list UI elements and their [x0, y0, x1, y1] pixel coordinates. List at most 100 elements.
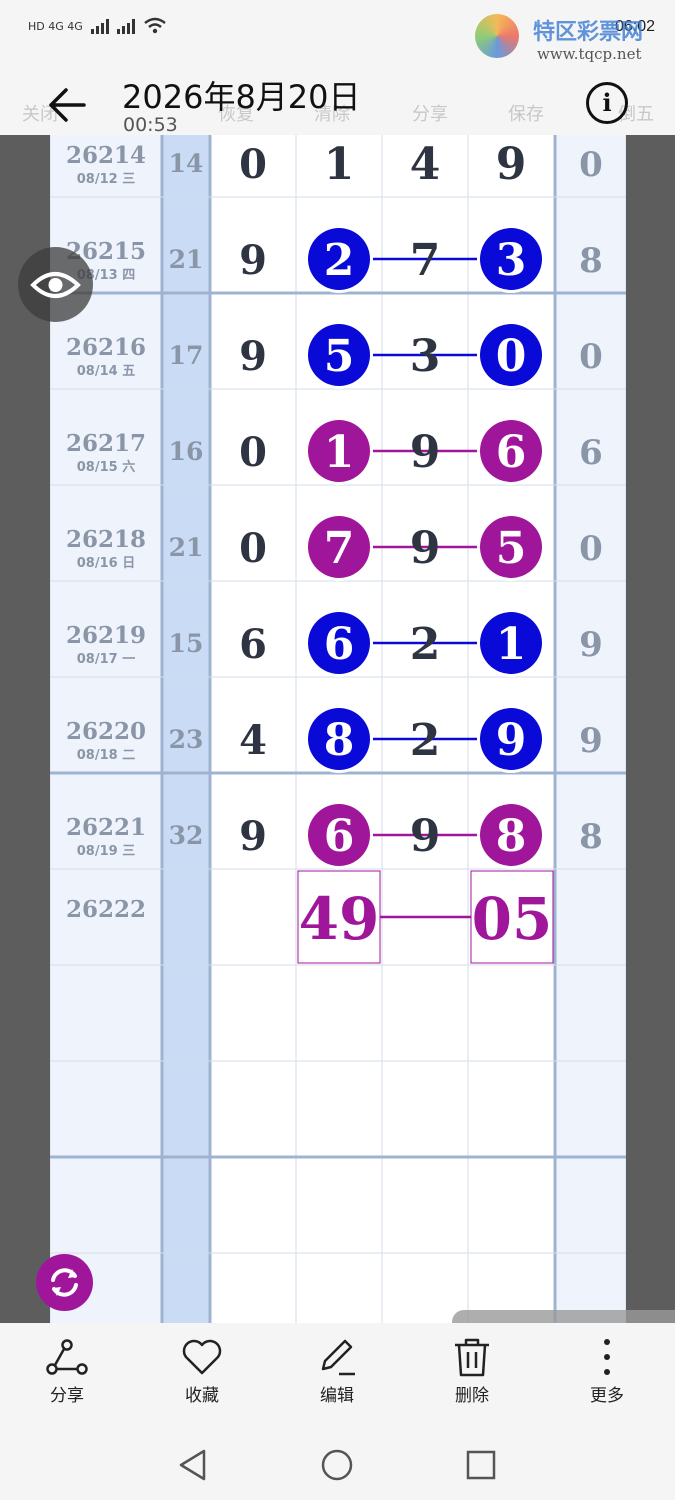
- digit-value: 9: [239, 333, 267, 380]
- refresh-icon: [51, 1268, 78, 1297]
- scroll-hint: [452, 1310, 675, 1324]
- heart-icon: [182, 1339, 222, 1375]
- digit-value: 0: [239, 141, 267, 188]
- issue-number: 26219: [66, 622, 146, 649]
- digit-value: 0: [239, 429, 267, 476]
- page-subtitle: 00:53: [123, 114, 178, 136]
- ball-number: 5: [496, 523, 527, 574]
- pencil-icon: [321, 1339, 355, 1376]
- share-icon: [46, 1339, 88, 1375]
- issue-number: 26214: [66, 142, 146, 169]
- ball-number: 1: [324, 427, 355, 478]
- info-button[interactable]: i: [586, 82, 628, 124]
- system-nav-bar: [0, 1418, 675, 1500]
- issue-date: 08/17 一: [77, 652, 135, 667]
- ball-number: 3: [496, 235, 527, 286]
- issue-number: 26217: [66, 430, 146, 457]
- tail-value: 8: [579, 241, 603, 281]
- ball-number: 6: [324, 811, 355, 862]
- issue-date: 08/16 日: [77, 556, 135, 571]
- signal-text: HD 4G 4G: [28, 19, 83, 33]
- sum-value: 23: [169, 725, 204, 754]
- lottery-table: 26214 08/12 三 14 0 1 4 9 0 26215 08/13 四 21 9 2 7 3 8 26…: [50, 135, 626, 1323]
- edit-label: 编辑: [320, 1386, 354, 1406]
- sum-value: 14: [169, 149, 204, 178]
- tail-value: 0: [579, 529, 603, 569]
- share-label: 分享: [50, 1386, 84, 1406]
- favorite-button[interactable]: 收藏: [152, 1337, 252, 1406]
- sum-value: 21: [169, 245, 204, 274]
- middle-number: 2: [410, 619, 441, 670]
- ball-number: 5: [324, 331, 355, 382]
- back-arrow-icon[interactable]: [44, 82, 90, 128]
- issue-number: 26221: [66, 814, 146, 841]
- forecast-right: 05: [472, 885, 553, 953]
- top-bar: 关闭 恢复 清除 分享 保存 倒五 2026年8月20日 00:53 i: [0, 60, 675, 136]
- home-circle-icon[interactable]: [320, 1448, 354, 1482]
- edit-button[interactable]: 编辑: [287, 1337, 387, 1406]
- middle-number: 7: [410, 235, 441, 286]
- back-triangle-icon[interactable]: [176, 1448, 210, 1482]
- table-canvas: 2621408/12 三14 0 1 4 9 02621508/13 四21 9 2 7 3 826…: [50, 135, 626, 1323]
- watermark: 特区彩票网 www.tqcp.net: [475, 12, 665, 63]
- issue-date: 08/15 六: [77, 459, 135, 475]
- share-button[interactable]: 分享: [17, 1337, 117, 1406]
- sum-value: 17: [169, 341, 204, 370]
- delete-label: 删除: [455, 1386, 489, 1406]
- middle-number: 2: [410, 715, 441, 766]
- issue-date: 08/12 三: [77, 172, 135, 187]
- ball-number: 8: [496, 811, 527, 862]
- issue-number: 26220: [66, 718, 146, 745]
- ball-number: 1: [496, 619, 527, 670]
- recents-square-icon[interactable]: [464, 1448, 498, 1482]
- ball-number: 6: [324, 619, 355, 670]
- favorite-label: 收藏: [185, 1386, 219, 1406]
- tail-value: 9: [579, 625, 603, 665]
- info-icon: i: [602, 88, 612, 117]
- sum-value: 21: [169, 533, 204, 562]
- issue-date: 08/18 二: [77, 748, 135, 763]
- ghost-label: 分享: [412, 104, 448, 125]
- refresh-button[interactable]: [36, 1254, 93, 1311]
- middle-number: 9: [410, 811, 441, 862]
- digit-value: 4: [239, 717, 267, 764]
- ball-number: 6: [496, 427, 527, 478]
- issue-number: 26218: [66, 526, 146, 553]
- more-label: 更多: [590, 1386, 624, 1406]
- watermark-url: www.tqcp.net: [537, 45, 642, 63]
- issue-number: 26216: [66, 334, 146, 361]
- middle-number: 9: [410, 427, 441, 478]
- issue-date: 08/14 五: [77, 364, 135, 379]
- sum-value: 16: [169, 437, 204, 466]
- tail-value: 0: [579, 145, 603, 185]
- more-icon: [604, 1339, 610, 1375]
- ball-number: 0: [496, 331, 527, 382]
- sum-value: 32: [169, 821, 204, 850]
- eye-toggle-button[interactable]: [18, 247, 93, 322]
- digit-value: 9: [239, 813, 267, 860]
- middle-number: 9: [496, 139, 527, 190]
- status-icons: HD 4G 4G: [28, 17, 167, 35]
- ball-number: 7: [324, 523, 355, 574]
- digit-value: 9: [239, 237, 267, 284]
- middle-number: 4: [410, 139, 441, 190]
- forecast-issue: 26222: [66, 896, 146, 923]
- delete-button[interactable]: 删除: [422, 1337, 522, 1406]
- digit-value: 6: [239, 621, 267, 668]
- tail-value: 9: [579, 721, 603, 761]
- tail-value: 0: [579, 337, 603, 377]
- issue-date: 08/19 三: [77, 844, 135, 859]
- bottom-toolbar: 分享 收藏 编辑 删除 更多: [0, 1323, 675, 1418]
- watermark-logo-icon: [475, 14, 519, 58]
- eye-icon: [30, 272, 81, 298]
- forecast-left: 49: [299, 885, 380, 953]
- middle-number: 9: [410, 523, 441, 574]
- signal-icon-2: [116, 18, 135, 34]
- trash-icon: [455, 1338, 489, 1377]
- watermark-brand: 特区彩票网: [533, 20, 644, 45]
- ghost-label: 保存: [508, 104, 544, 125]
- ball-number: 8: [324, 715, 355, 766]
- wifi-icon: [144, 17, 166, 34]
- ball-number: 9: [496, 715, 527, 766]
- more-button[interactable]: 更多: [557, 1337, 657, 1406]
